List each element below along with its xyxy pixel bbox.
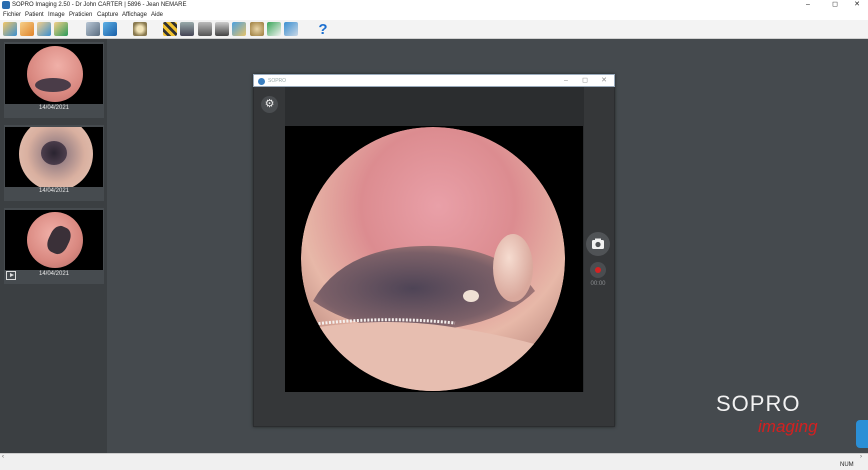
tooth-export-icon[interactable] [37, 22, 51, 36]
recording-timer: 00:00 [590, 281, 606, 287]
camera-window: SOPRO – ◻ ✕ ⚙ 00:00 [253, 74, 615, 427]
network-icon[interactable] [232, 22, 246, 36]
thumbnail-3[interactable]: 14/04/2021 [4, 208, 104, 284]
print-icon[interactable] [86, 22, 100, 36]
camera-window-titlebar: SOPRO – ◻ ✕ [253, 74, 615, 87]
tooth-open-icon[interactable] [3, 22, 17, 36]
thumbnail-date: 14/04/2021 [38, 105, 70, 111]
camera-live-view [285, 126, 583, 392]
camera-maximize-button[interactable]: ◻ [576, 75, 594, 87]
thumbnail-image [5, 210, 103, 270]
menu-patient[interactable]: Patient [25, 10, 44, 20]
camera-icon[interactable] [215, 22, 229, 36]
thumbnail-2[interactable]: 14/04/2021 [4, 125, 104, 201]
app-logo-icon [2, 1, 10, 9]
status-bar: NUM [0, 460, 868, 470]
maximize-button[interactable]: ◻ [824, 0, 846, 10]
horizontal-scrollbar[interactable]: ‹ › [0, 453, 868, 460]
scanner-icon[interactable] [198, 22, 212, 36]
capture-photo-button[interactable] [586, 232, 610, 256]
toolbar [0, 20, 868, 39]
thumbnail-date: 14/04/2021 [38, 271, 70, 277]
camera-minimize-button[interactable]: – [557, 75, 575, 87]
thumbnail-date: 14/04/2021 [38, 188, 70, 194]
sopro-imaging-logo: SOPRO imaging [716, 392, 866, 442]
camera-right-panel [584, 87, 614, 426]
close-button[interactable]: ✕ [846, 0, 868, 10]
help-icon[interactable]: ? [317, 20, 329, 39]
thumbnail-1[interactable]: 14/04/2021 [4, 42, 104, 118]
target-icon[interactable] [133, 22, 147, 36]
menu-capture[interactable]: Capture [97, 10, 118, 20]
menu-aide[interactable]: Aide [151, 10, 163, 20]
brand-line2: imaging [758, 417, 818, 436]
thumbnail-sidebar: 14/04/2021 14/04/2021 14/04/2021 [0, 39, 107, 453]
camera-close-button[interactable]: ✕ [595, 75, 613, 87]
num-lock-indicator: NUM [840, 462, 854, 468]
thumbnail-image [5, 44, 103, 104]
window-titlebar: SOPRO Imaging 2.50 - Dr John CARTER | 58… [0, 0, 868, 10]
import-icon[interactable] [284, 22, 298, 36]
menu-image[interactable]: Image [48, 10, 65, 20]
camera-bottom-panel [285, 392, 584, 426]
play-video-icon[interactable] [6, 271, 16, 280]
menu-praticien[interactable]: Praticien [69, 10, 92, 20]
remote-support-tab[interactable] [856, 420, 868, 448]
xray-icon[interactable] [163, 22, 177, 36]
camera-capture-icon [592, 238, 604, 249]
menu-bar: Fichier Patient Image Praticien Capture … [0, 10, 868, 20]
camera-app-icon [258, 78, 265, 85]
settings-gear-icon[interactable]: ⚙ [261, 96, 278, 113]
minimize-button[interactable]: – [797, 0, 819, 10]
display-icon[interactable] [103, 22, 117, 36]
camera-window-title: SOPRO [268, 78, 287, 84]
brand-line1: SOPRO [716, 391, 801, 416]
tooth-add-icon[interactable] [54, 22, 68, 36]
teeth-chart-icon[interactable] [267, 22, 281, 36]
palette-icon[interactable] [250, 22, 264, 36]
ear-canal-image [301, 127, 565, 391]
thumbnail-image [5, 127, 103, 187]
record-video-button[interactable] [590, 262, 606, 278]
window-title: SOPRO Imaging 2.50 - Dr John CARTER | 58… [12, 2, 187, 8]
film-icon[interactable] [180, 22, 194, 36]
tooth-save-icon[interactable] [20, 22, 34, 36]
menu-fichier[interactable]: Fichier [3, 10, 21, 20]
camera-left-panel [254, 87, 285, 426]
menu-affichage[interactable]: Affichage [122, 10, 147, 20]
